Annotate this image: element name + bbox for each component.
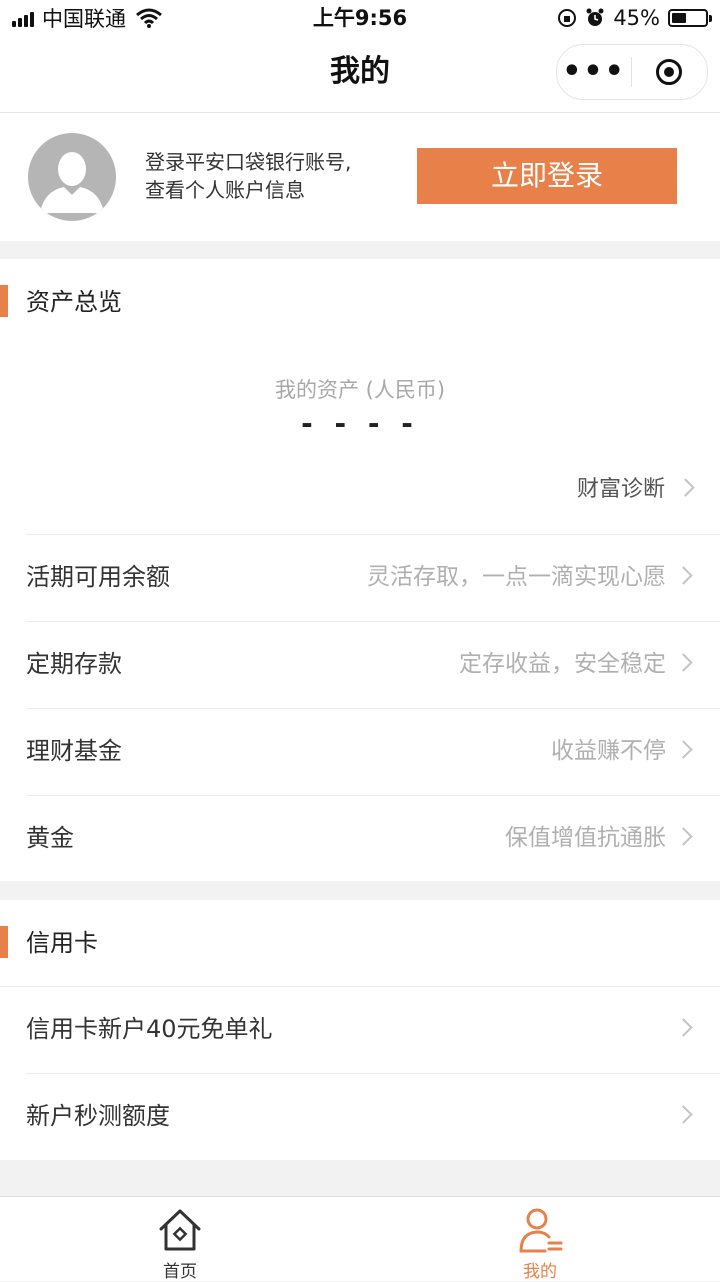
section-accent-bar [0,285,8,317]
list-item[interactable]: 理财基金 收益赚不停 [0,708,720,795]
tab-mine-label: 我的 [523,1262,557,1282]
assets-section: 资产总览 我的资产 (人民币) - - - - 财富诊断 活期可用余额 灵活存取… [0,259,720,881]
item-label: 定期存款 [26,650,122,678]
wealth-diagnosis-link[interactable]: 财富诊断 [576,471,695,503]
tab-mine[interactable]: 我的 [360,1197,720,1282]
item-desc: 定存收益，安全稳定 [459,651,666,677]
target-icon [656,59,682,85]
item-label: 活期可用余额 [26,563,170,591]
battery-percent: 45% [613,6,660,30]
list-item[interactable]: 信用卡新户40元免单礼 [0,986,720,1073]
item-label: 新户秒测额度 [26,1102,170,1130]
list-item[interactable]: 活期可用余额 灵活存取，一点一滴实现心愿 [0,534,720,621]
avatar [28,133,116,221]
default-avatar-icon [40,152,104,213]
chevron-right-icon [674,1105,693,1124]
list-item[interactable]: 定期存款 定存收益，安全稳定 [0,621,720,708]
item-desc: 收益赚不停 [551,738,666,764]
battery-icon [668,9,712,27]
rotation-lock-icon [558,9,577,27]
close-mini-program-button[interactable] [632,59,706,85]
my-assets-label: 我的资产 (人民币) [274,378,446,402]
item-label: 黄金 [26,824,74,852]
tab-bar: 首页 我的 [0,1196,720,1282]
more-menu-button[interactable]: ••• [557,45,631,99]
login-hint-line1: 登录平安口袋银行账号, [145,150,352,174]
battery-fill [672,13,686,23]
home-icon [159,1209,201,1251]
credit-card-title: 信用卡 [26,929,98,957]
item-desc: 保值增值抗通胀 [505,825,666,851]
chevron-right-icon [674,653,693,672]
user-icon [519,1208,563,1253]
my-assets-value: - - - - [301,407,419,440]
navigation-bar: 我的 ••• [0,36,720,113]
assets-header: 资产总览 [0,259,720,345]
credit-card-header: 信用卡 [0,900,720,986]
chevron-right-icon [674,1018,693,1037]
mini-program-capsule: ••• [556,44,708,100]
tab-home[interactable]: 首页 [0,1197,360,1282]
credit-card-section: 信用卡 信用卡新户40元免单礼 新户秒测额度 [0,900,720,1160]
alarm-icon [586,8,604,26]
wealth-diagnosis-label: 财富诊断 [576,477,665,502]
list-item[interactable]: 黄金 保值增值抗通胀 [0,795,720,882]
login-card: 登录平安口袋银行账号, 查看个人账户信息 立即登录 [0,113,720,241]
status-right: 45% [557,4,712,32]
chevron-right-icon [674,566,693,585]
login-hint-line2: 查看个人账户信息 [145,178,305,202]
status-bar: 中国联通 上午9:56 45% [0,0,720,36]
tab-home-label: 首页 [163,1262,197,1282]
item-desc: 灵活存取，一点一滴实现心愿 [367,564,666,590]
assets-title: 资产总览 [26,288,122,316]
chevron-right-icon [674,740,693,759]
chevron-right-icon [674,827,693,846]
item-label: 信用卡新户40元免单礼 [26,1015,273,1043]
chevron-right-icon [676,477,695,497]
section-accent-bar [0,926,8,958]
list-item[interactable]: 新户秒测额度 [0,1073,720,1160]
item-label: 理财基金 [26,737,122,765]
login-hint: 登录平安口袋银行账号, 查看个人账户信息 [145,148,395,204]
login-button[interactable]: 立即登录 [417,148,677,204]
